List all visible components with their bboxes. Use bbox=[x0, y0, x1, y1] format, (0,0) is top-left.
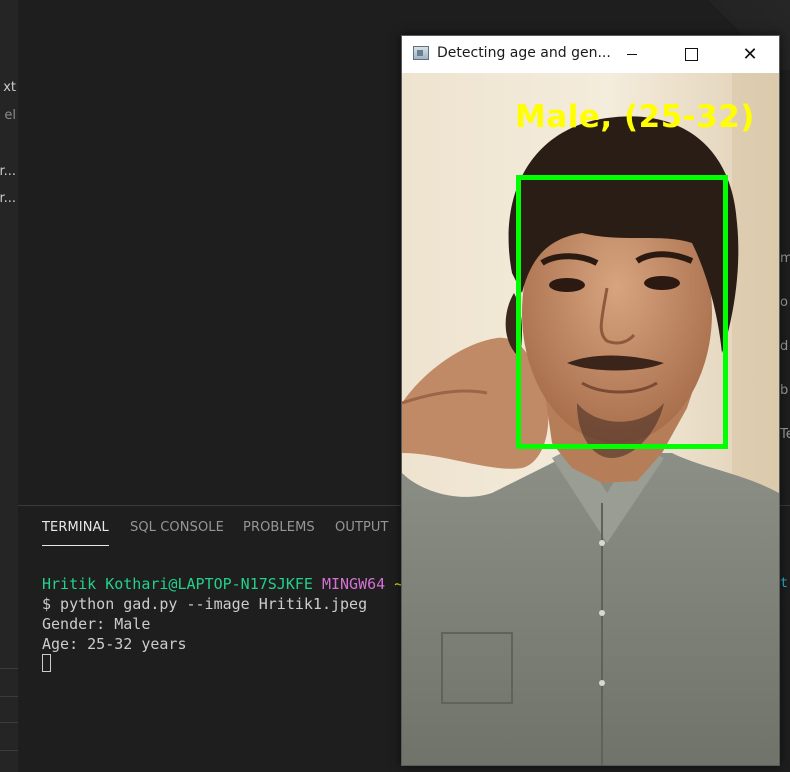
right-text-fragment: o bbox=[780, 295, 788, 310]
face-bounding-box bbox=[516, 175, 728, 449]
terminal-prompt-env: MINGW64 bbox=[321, 575, 386, 593]
window-title: Detecting age and gen... bbox=[437, 45, 611, 61]
desktop: xt el r... r... m o d b Te TERMINAL SQL … bbox=[0, 0, 790, 772]
sidebar-divider bbox=[0, 750, 18, 751]
close-icon: ✕ bbox=[742, 43, 758, 65]
terminal-age-output: Age: 25-32 years bbox=[42, 635, 187, 653]
sidebar-text-fragment[interactable]: r... bbox=[0, 164, 16, 179]
window-titlebar[interactable]: Detecting age and gen... ✕ bbox=[402, 36, 779, 72]
sidebar-text-fragment[interactable]: el bbox=[4, 108, 16, 123]
sidebar-divider bbox=[0, 722, 18, 723]
sidebar-divider bbox=[0, 696, 18, 697]
minimize-button[interactable] bbox=[609, 36, 655, 72]
tab-problems[interactable]: PROBLEMS bbox=[243, 520, 315, 535]
tab-sql-console[interactable]: SQL CONSOLE bbox=[130, 520, 224, 535]
maximize-button[interactable] bbox=[668, 36, 714, 72]
tab-terminal[interactable]: TERMINAL bbox=[42, 520, 109, 546]
terminal-prompt-user: Hritik Kothari@LAPTOP-N17SJKFE bbox=[42, 575, 313, 593]
detection-image: Male, (25-32) bbox=[402, 73, 779, 765]
right-text-fragment: b bbox=[780, 383, 789, 398]
detection-label: Male, (25-32) bbox=[515, 99, 755, 135]
sidebar-divider bbox=[0, 668, 18, 669]
right-text-fragment: t bbox=[780, 576, 788, 591]
maximize-icon bbox=[684, 47, 698, 61]
terminal-command: $ python gad.py --image Hritik1.jpeg bbox=[42, 595, 368, 613]
tab-output[interactable]: OUTPUT bbox=[335, 520, 389, 535]
right-text-fragment: Te bbox=[780, 427, 790, 442]
app-icon bbox=[413, 46, 429, 60]
sidebar-text-fragment[interactable]: xt bbox=[3, 80, 16, 95]
opencv-window[interactable]: Detecting age and gen... ✕ Male, (25-32) bbox=[401, 35, 780, 766]
close-button[interactable]: ✕ bbox=[727, 36, 773, 72]
explorer-sidebar: xt el r... r... bbox=[0, 0, 19, 772]
sidebar-text-fragment[interactable]: r... bbox=[0, 191, 16, 206]
right-text-fragment: d bbox=[780, 339, 789, 354]
minimize-icon bbox=[627, 53, 637, 55]
right-text-fragment: m bbox=[780, 251, 790, 266]
terminal-cursor bbox=[42, 654, 51, 672]
terminal-output[interactable]: Hritik Kothari@LAPTOP-N17SJKFE MINGW64 ~… bbox=[42, 574, 403, 674]
terminal-gender-output: Gender: Male bbox=[42, 615, 151, 633]
